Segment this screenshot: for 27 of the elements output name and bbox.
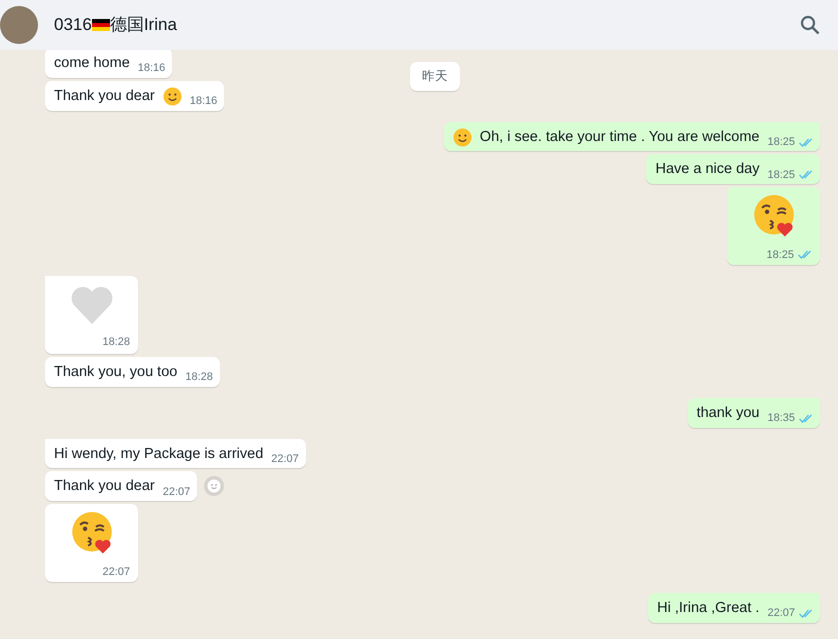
contact-name: 德国Irina: [110, 14, 177, 36]
message-time: 18:25: [767, 168, 795, 182]
message-time: 18:28: [102, 335, 130, 350]
message-time: 18:16: [138, 61, 166, 76]
message-time: 18:35: [767, 411, 795, 426]
message-time: 18:16: [190, 94, 218, 109]
message-time: 22:07: [162, 484, 190, 500]
contact-number: 0316: [54, 14, 92, 36]
message-time: 22:07: [102, 564, 130, 580]
message-text: thank you: [696, 404, 760, 423]
message-text: Thank you dear: [54, 86, 155, 106]
message-text: Hi wendy, my Package is arrived: [54, 444, 264, 464]
flag-icon: [92, 19, 110, 31]
message-text: Have a nice day: [655, 160, 760, 180]
message-text: Thank you, you too: [54, 363, 178, 382]
message-time: 18:25: [766, 248, 794, 262]
message-time: 22:07: [767, 606, 795, 622]
search-icon[interactable]: [800, 15, 820, 35]
message-time: 18:28: [185, 370, 213, 386]
message-text: Hi ,Irina ,Great .: [657, 599, 760, 618]
avatar-photo-placeholder[interactable]: [0, 6, 38, 44]
message-text: come home: [54, 54, 130, 73]
message-time: 18:25: [767, 134, 795, 150]
message-text: Thank you dear: [54, 477, 155, 496]
message-text: Oh, i see. take your time . You are welcome: [480, 128, 760, 146]
message-time: 22:07: [271, 452, 299, 467]
date-chip: 昨天: [410, 62, 460, 91]
